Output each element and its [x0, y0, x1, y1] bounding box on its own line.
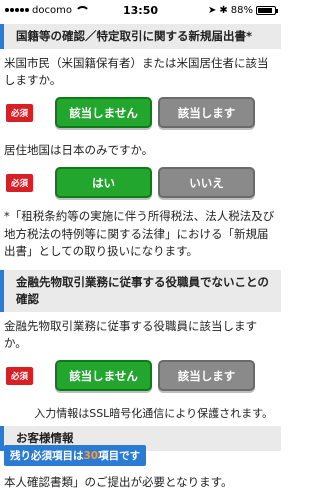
id-document-text: 本人確認書類」のご提出が必要となります。: [0, 474, 281, 491]
location-icon: ➤: [207, 4, 217, 16]
choice-group-us-person: 該当しません 該当します: [55, 97, 256, 129]
required-badge: 必須: [6, 103, 34, 122]
remaining-required-banner: 残り必須項目は30項目です: [4, 445, 147, 466]
wifi-icon: [74, 6, 90, 14]
clock: 13:50: [122, 3, 159, 17]
id-document-partial: 本人確認書類」のご提出が必要となります。: [4, 475, 233, 489]
bluetooth-icon: ✱: [219, 4, 228, 16]
battery-icon: [256, 5, 278, 15]
status-left: docomo: [5, 4, 90, 16]
option-yes-button[interactable]: はい: [55, 167, 153, 199]
ssl-notice: 入力情報はSSL暗号化通信により保護されます。: [34, 407, 273, 421]
question-us-person: 米国市民（米国籍保有者）または米国居住者に該当しますか。: [4, 55, 269, 87]
tax-treaty-note: *「租税条約等の実施に伴う所得税法、法人税法及び地方税法の特例等に関する法律」に…: [4, 209, 275, 258]
carrier-label: docomo: [32, 4, 72, 16]
required-badge: 必須: [6, 173, 34, 192]
status-right: ➤ ✱ 88%: [207, 4, 278, 16]
choice-group-residence: はい いいえ: [55, 167, 256, 199]
section-header-futures: 金融先物取引業務に従事する役職員でないことの確認: [0, 270, 281, 312]
remaining-prefix: 残り必須項目は: [10, 450, 84, 462]
option-not-applicable-button[interactable]: 該当しません: [55, 97, 153, 129]
remaining-suffix: 項目です: [98, 450, 141, 462]
signal-strength-icon: [5, 8, 29, 12]
option-no-button[interactable]: いいえ: [158, 167, 256, 199]
form-content: 国籍等の確認／特定取引に関する新規届出書* 米国市民（米国籍保有者）または米国居…: [0, 24, 281, 421]
battery-percent: 88%: [230, 4, 253, 16]
remaining-count: 30: [83, 450, 99, 462]
question-futures-employee: 金融先物取引業務に従事する役職員に該当しますか。: [4, 318, 257, 350]
choice-group-futures: 該当しません 該当します: [55, 360, 256, 392]
option-applicable-button[interactable]: 該当します: [158, 360, 256, 392]
answer-row-residence: 必須 はい いいえ: [0, 167, 281, 199]
question-residence-japan: 居住地国は日本のみですか。: [4, 143, 154, 158]
section-header-nationality: 国籍等の確認／特定取引に関する新規届出書*: [0, 24, 281, 49]
status-bar: docomo 13:50 ➤ ✱ 88%: [0, 0, 281, 20]
option-applicable-button[interactable]: 該当します: [158, 97, 256, 129]
option-not-applicable-button[interactable]: 該当しません: [55, 360, 153, 392]
required-badge: 必須: [6, 366, 34, 385]
answer-row-futures: 必須 該当しません 該当します: [0, 360, 281, 392]
answer-row-us-person: 必須 該当しません 該当します: [0, 97, 281, 129]
